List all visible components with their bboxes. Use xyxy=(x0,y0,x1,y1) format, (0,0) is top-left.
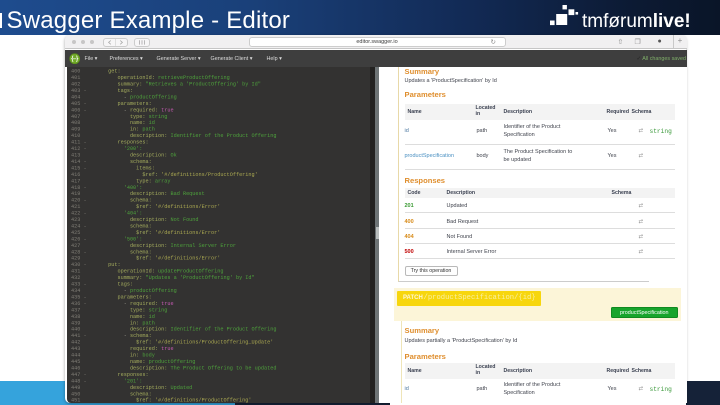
svg-text:tmførumlive!: tmførumlive! xyxy=(582,11,690,32)
